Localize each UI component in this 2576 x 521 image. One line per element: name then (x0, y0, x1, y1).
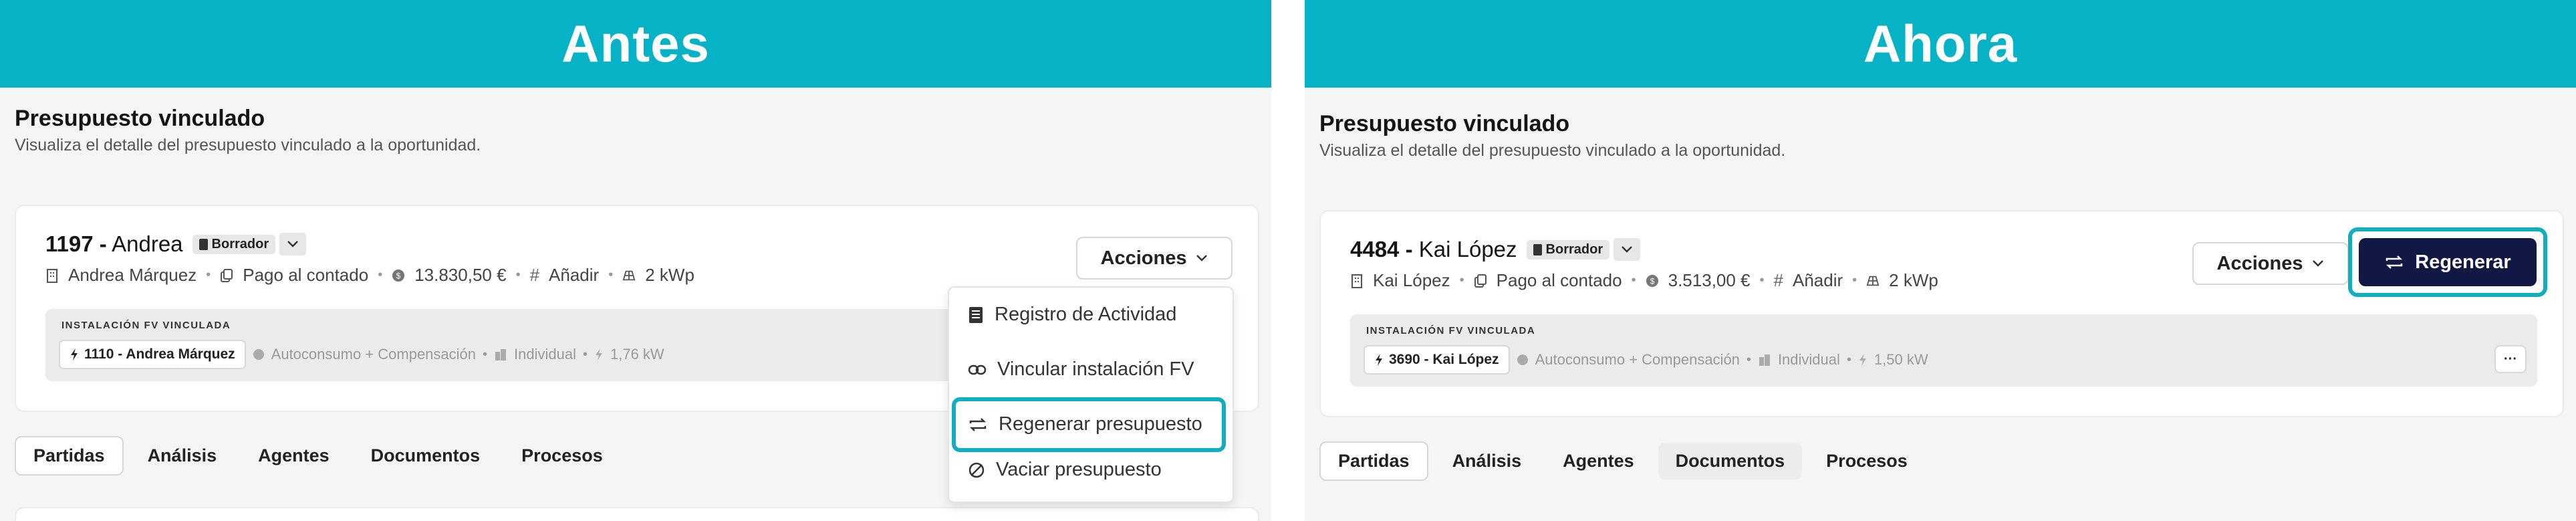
chevron-down-icon (287, 241, 298, 247)
section-title: Presupuesto vinculado (1319, 111, 1570, 136)
regenerate-icon (2386, 255, 2403, 269)
linked-type: Autoconsumo + Compensación (1535, 351, 1740, 368)
circle-icon (253, 349, 264, 360)
log-icon (969, 306, 983, 323)
meta-payment: Pago al contado (243, 265, 369, 285)
hash-icon: # (529, 265, 540, 285)
tab-documentos[interactable]: Documentos (1658, 443, 1803, 480)
budget-meta-row: Andrea Márquez • Pago al contado • $ 13.… (45, 265, 694, 286)
payment-icon (1474, 274, 1487, 288)
actions-button[interactable]: Acciones (1076, 237, 1233, 280)
budget-title: 1197 - Andrea (45, 231, 183, 256)
highlight-frame: Regenerar (2348, 227, 2547, 297)
building-icon (1350, 274, 1364, 288)
svg-text:$: $ (396, 271, 401, 280)
budget-title-row: 4484 - Kai López Borrador (1350, 237, 1641, 262)
more-options-button[interactable]: ··· (2494, 345, 2527, 373)
document-icon (199, 238, 208, 250)
solar-panel-icon (622, 268, 636, 283)
linked-installation-box: INSTALACIÓN FV VINCULADA 3690 - Kai Lópe… (1350, 314, 2537, 387)
linked-installation-chip[interactable]: 3690 - Kai López (1364, 345, 1510, 375)
link-icon (968, 364, 987, 375)
status-chevron-button[interactable] (1614, 238, 1641, 261)
chevron-down-icon (2313, 260, 2324, 267)
coin-icon: $ (1646, 274, 1659, 288)
regenerate-icon (969, 417, 987, 431)
tab-agentes[interactable]: Agentes (1545, 443, 1652, 480)
after-banner: Ahora (1305, 0, 2576, 88)
meta-payment: Pago al contado (1496, 270, 1622, 290)
linked-mode: Individual (514, 346, 576, 362)
section-subtitle: Visualiza el detalle del presupuesto vin… (1319, 141, 1786, 160)
budget-title-row: 1197 - Andrea Borrador (45, 231, 307, 257)
tab-procesos[interactable]: Procesos (1809, 443, 1925, 480)
solar-panel-icon (1866, 274, 1880, 288)
meta-amount: 13.830,50 € (414, 265, 507, 285)
menu-item-empty-budget[interactable]: Vaciar presupuesto (968, 459, 1162, 481)
svg-text:$: $ (1650, 276, 1654, 286)
meta-power: 2 kWp (1889, 270, 1938, 290)
linked-mode: Individual (1777, 351, 1840, 368)
tab-analisis[interactable]: Análisis (1435, 443, 1539, 480)
menu-item-link-installation[interactable]: Vincular instalación FV (968, 358, 1194, 381)
meta-client: Kai López (1373, 270, 1450, 290)
menu-item-activity-log[interactable]: Registro de Actividad (968, 304, 1176, 326)
regenerate-button[interactable]: Regenerar (2359, 238, 2537, 286)
bolt-icon (71, 348, 78, 360)
linked-installation-label: INSTALACIÓN FV VINCULADA (61, 320, 231, 331)
payment-icon (220, 268, 233, 283)
chevron-down-icon (1622, 246, 1632, 253)
meta-tag[interactable]: Añadir (1793, 270, 1843, 291)
meta-client: Andrea Márquez (68, 265, 197, 285)
bolt-icon (596, 348, 602, 360)
coin-icon: $ (392, 268, 405, 283)
meta-amount: 3.513,00 € (1668, 270, 1751, 290)
linked-installation-row: 3690 - Kai López Autoconsumo + Compensac… (1364, 345, 1928, 375)
status-badge[interactable]: Borrador (192, 234, 276, 254)
actions-dropdown: Registro de Actividad Vincular instalaci… (948, 286, 1234, 503)
after-panel: Ahora Presupuesto vinculado Visualiza el… (1305, 0, 2576, 521)
linked-type: Autoconsumo + Compensación (271, 346, 477, 362)
tab-procesos[interactable]: Procesos (504, 437, 620, 474)
menu-item-regenerate-budget[interactable]: Regenerar presupuesto (968, 413, 1202, 435)
document-icon (1533, 243, 1542, 255)
buildings-icon (1759, 354, 1770, 366)
tab-documentos[interactable]: Documentos (354, 437, 498, 474)
tab-bar: Partidas Análisis Agentes Documentos Pro… (15, 436, 620, 476)
tab-analisis[interactable]: Análisis (130, 437, 235, 474)
chevron-down-icon (1196, 255, 1208, 262)
meta-tag[interactable]: Añadir (549, 265, 599, 286)
linked-power: 1,50 kW (1874, 351, 1928, 368)
budget-meta-row: Kai López • Pago al contado • $ 3.513,00… (1350, 270, 1938, 291)
section-subtitle: Visualiza el detalle del presupuesto vin… (15, 136, 481, 154)
hash-icon: # (1773, 270, 1783, 290)
before-banner: Antes (0, 0, 1271, 88)
building-icon (45, 268, 59, 283)
meta-power: 2 kWp (645, 265, 694, 285)
linked-power: 1,76 kW (610, 346, 664, 362)
before-panel: Antes Presupuesto vinculado Visualiza el… (0, 0, 1271, 521)
status-chevron-button[interactable] (279, 233, 307, 255)
tab-bar: Partidas Análisis Agentes Documentos Pro… (1319, 441, 1925, 481)
linked-installation-label: INSTALACIÓN FV VINCULADA (1366, 325, 1536, 336)
budget-title: 4484 - Kai López (1350, 237, 1517, 262)
linked-installation-chip[interactable]: 1110 - Andrea Márquez (59, 340, 246, 369)
bolt-icon (1376, 354, 1382, 366)
actions-button[interactable]: Acciones (2192, 242, 2349, 285)
tab-partidas[interactable]: Partidas (1319, 441, 1428, 481)
tab-partidas[interactable]: Partidas (15, 436, 124, 476)
buildings-icon (495, 349, 507, 360)
circle-icon (1517, 354, 1528, 365)
content-card (15, 507, 1259, 521)
bolt-icon (1859, 354, 1866, 366)
tab-agentes[interactable]: Agentes (241, 437, 347, 474)
section-title: Presupuesto vinculado (15, 106, 265, 131)
linked-installation-row: 1110 - Andrea Márquez Autoconsumo + Comp… (59, 340, 664, 369)
status-badge[interactable]: Borrador (1526, 239, 1610, 259)
empty-icon (969, 462, 985, 478)
